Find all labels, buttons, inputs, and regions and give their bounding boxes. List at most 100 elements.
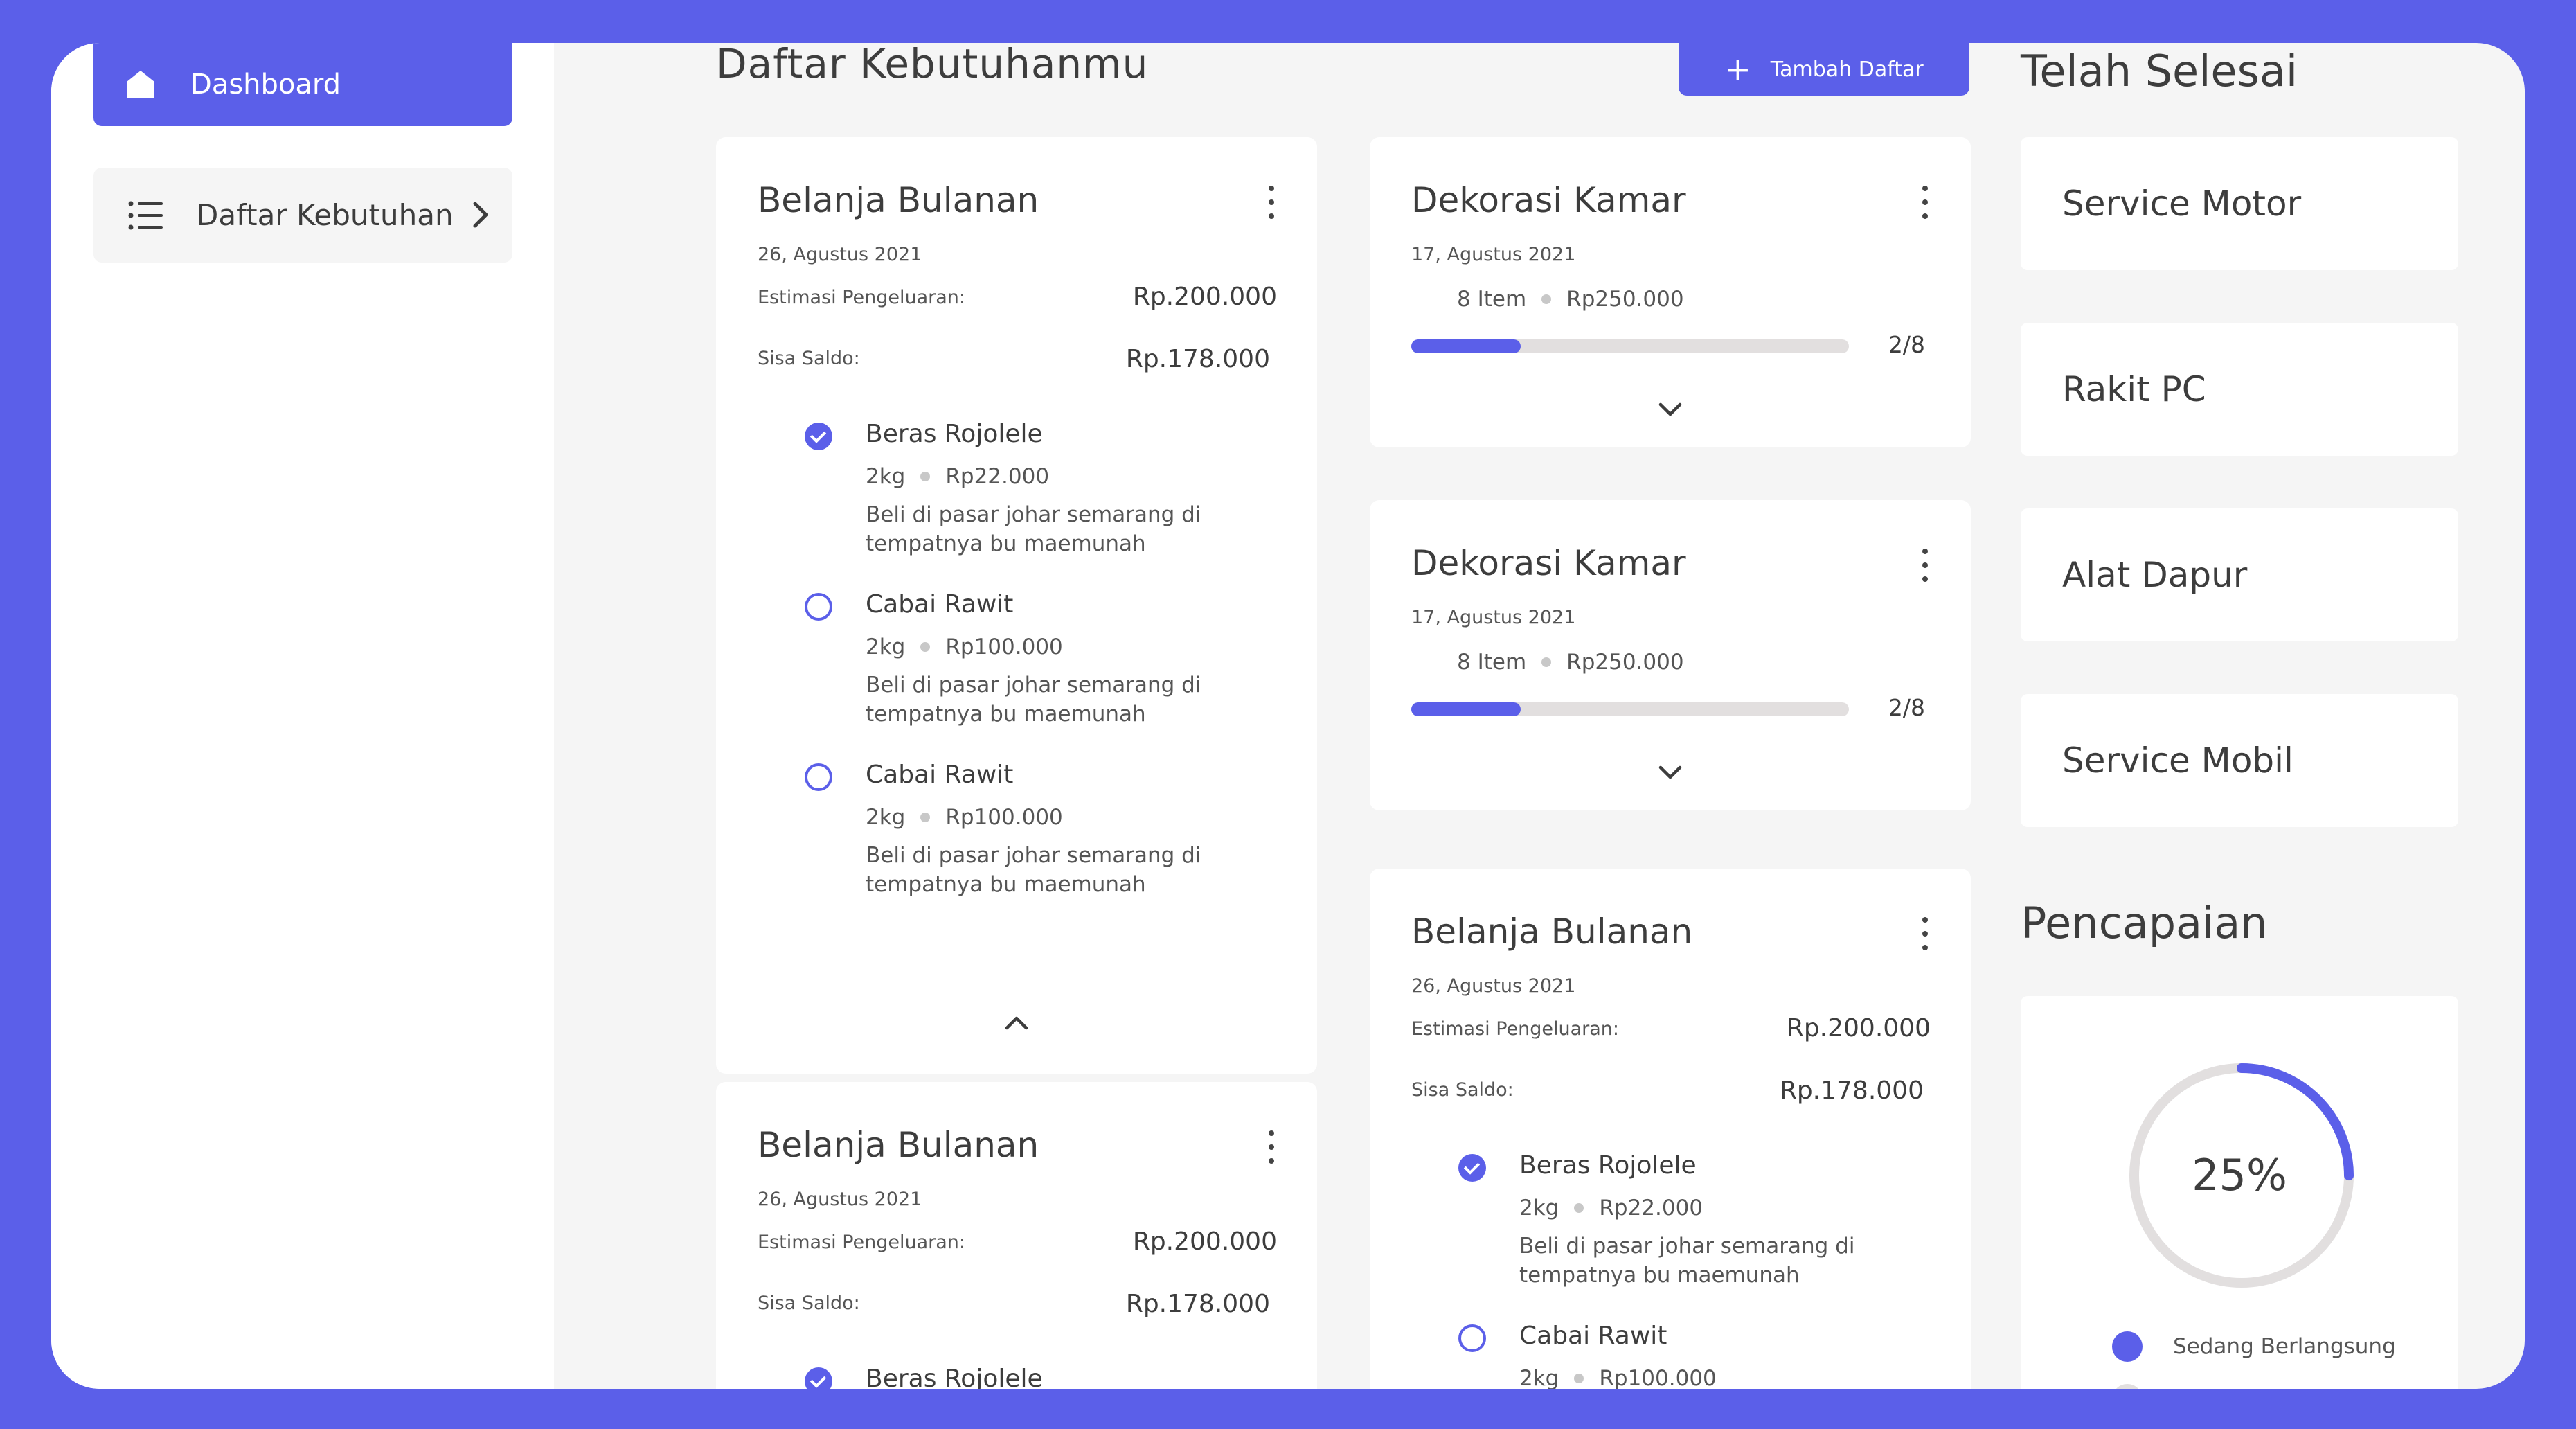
estimasi-value: Rp.200.000 <box>1132 283 1277 311</box>
sidebar-item-label: Dashboard <box>190 69 341 100</box>
sidebar-item-daftar-kebutuhan[interactable]: Daftar Kebutuhan <box>93 168 512 263</box>
card-date: 26, Agustus 2021 <box>758 244 922 265</box>
item-price: Rp100.000 <box>1599 1366 1717 1389</box>
more-options-icon[interactable] <box>1269 1130 1276 1169</box>
checked-circle-icon[interactable] <box>1458 1154 1486 1182</box>
progress-percent: 25% <box>2192 1150 2287 1200</box>
item-price: Rp22.000 <box>945 464 1050 489</box>
list-card-dekorasi-kamar[interactable]: Dekorasi Kamar 17, Agustus 2021 8 Item Rp… <box>1370 137 1971 447</box>
item-name: Cabai Rawit <box>1519 1322 1667 1350</box>
progress-bar <box>1411 702 1849 716</box>
item-qty: 2kg <box>866 634 906 659</box>
item-meta: 2kg Rp22.000 <box>1519 1196 1703 1221</box>
legend-item: Sedang Berlangsung <box>2112 1331 2396 1362</box>
item-note: Beli di pasar johar semarang di tempatny… <box>866 843 1201 897</box>
card-date: 17, Agustus 2021 <box>1411 244 1576 265</box>
card-date: 26, Agustus 2021 <box>1411 975 1576 997</box>
estimasi-value: Rp.200.000 <box>1786 1014 1931 1042</box>
page-title: Daftar Kebutuhanmu <box>716 43 1149 87</box>
app-window: Dashboard Daftar Kebutuhan Daftar Kebutu… <box>51 43 2525 1389</box>
item-meta: 2kg Rp100.000 <box>1519 1366 1717 1389</box>
more-options-icon[interactable] <box>1922 549 1929 587</box>
item-qty: 2kg <box>1519 1196 1559 1221</box>
sidebar-item-dashboard[interactable]: Dashboard <box>93 43 512 126</box>
card-price: Rp250.000 <box>1566 287 1684 312</box>
progress-count: 2/8 <box>1888 331 1925 358</box>
sisa-saldo-label: Sisa Saldo: <box>1411 1079 1514 1101</box>
item-qty: 2kg <box>866 805 906 830</box>
unchecked-circle-icon[interactable] <box>1458 1324 1486 1352</box>
list-card-belanja-bulanan[interactable]: Belanja Bulanan 26, Agustus 2021 Estimas… <box>716 1082 1317 1389</box>
more-options-icon[interactable] <box>1922 917 1929 956</box>
chevron-down-icon[interactable] <box>1656 763 1684 781</box>
card-date: 26, Agustus 2021 <box>758 1189 922 1210</box>
estimasi-value: Rp.200.000 <box>1132 1227 1277 1256</box>
card-title: Dekorasi Kamar <box>1411 543 1686 583</box>
completed-item[interactable]: Rakit PC <box>2021 323 2458 456</box>
more-options-icon[interactable] <box>1922 186 1929 224</box>
item-meta: 2kg Rp100.000 <box>866 805 1063 830</box>
unchecked-circle-icon[interactable] <box>805 763 832 791</box>
legend-item <box>2112 1384 2173 1389</box>
checked-circle-icon[interactable] <box>805 423 832 450</box>
list-card-dekorasi-kamar[interactable]: Dekorasi Kamar 17, Agustus 2021 8 Item Rp… <box>1370 500 1971 810</box>
completed-item-label: Alat Dapur <box>2062 555 2248 595</box>
add-list-label: Tambah Daftar <box>1770 57 1924 82</box>
add-list-button[interactable]: + Tambah Daftar <box>1679 43 1969 96</box>
unchecked-circle-icon[interactable] <box>805 593 832 621</box>
chevron-right-icon <box>473 202 488 228</box>
item-name: Beras Rojolele <box>866 1365 1043 1389</box>
achievement-card: 25% Sedang Berlangsung <box>2021 996 2458 1389</box>
sisa-saldo-value: Rp.178.000 <box>1779 1076 1924 1105</box>
legend-dot <box>2112 1384 2143 1389</box>
item-meta: 2kg Rp100.000 <box>866 634 1063 659</box>
sisa-saldo-label: Sisa Saldo: <box>758 348 860 369</box>
card-title: Belanja Bulanan <box>758 180 1039 220</box>
item-count: 8 Item <box>1457 650 1527 675</box>
chevron-down-icon[interactable] <box>1656 400 1684 418</box>
sidebar-item-label: Daftar Kebutuhan <box>196 198 454 232</box>
completed-item-label: Service Motor <box>2062 184 2302 224</box>
list-icon <box>128 201 163 229</box>
achievement-section-title: Pencapaian <box>2021 898 2268 948</box>
completed-item[interactable]: Service Mobil <box>2021 694 2458 827</box>
completed-section-title: Telah Selesai <box>2021 46 2298 96</box>
completed-item-label: Rakit PC <box>2062 369 2206 409</box>
card-date: 17, Agustus 2021 <box>1411 607 1576 628</box>
card-title: Belanja Bulanan <box>1411 912 1693 952</box>
item-price: Rp100.000 <box>945 805 1063 830</box>
progress-count: 2/8 <box>1888 694 1925 721</box>
checked-circle-icon[interactable] <box>805 1367 832 1389</box>
sisa-saldo-value: Rp.178.000 <box>1125 1290 1270 1318</box>
more-options-icon[interactable] <box>1269 186 1276 224</box>
card-title: Belanja Bulanan <box>758 1125 1039 1165</box>
item-note: Beli di pasar johar semarang di tempatny… <box>866 673 1201 727</box>
progress-fill <box>1411 339 1521 353</box>
list-card-belanja-bulanan[interactable]: Belanja Bulanan 26, Agustus 2021 Estimas… <box>1370 869 1971 1389</box>
item-note: Beli di pasar johar semarang di tempatny… <box>866 502 1201 556</box>
completed-item[interactable]: Alat Dapur <box>2021 508 2458 641</box>
estimasi-label: Estimasi Pengeluaran: <box>1411 1018 1620 1040</box>
item-price: Rp22.000 <box>1599 1196 1703 1221</box>
sisa-saldo-value: Rp.178.000 <box>1125 345 1270 373</box>
chevron-up-icon[interactable] <box>1003 1013 1030 1031</box>
completed-item[interactable]: Service Motor <box>2021 137 2458 270</box>
item-note: Beli di pasar johar semarang di tempatny… <box>1519 1234 1855 1288</box>
plus-icon: + <box>1724 51 1751 88</box>
item-name: Cabai Rawit <box>866 590 1014 619</box>
item-name: Beras Rojolele <box>1519 1151 1697 1180</box>
item-name: Beras Rojolele <box>866 420 1043 448</box>
completed-item-label: Service Mobil <box>2062 740 2293 781</box>
item-meta: 2kg Rp22.000 <box>866 464 1049 489</box>
sidebar: Dashboard Daftar Kebutuhan <box>51 43 554 1389</box>
sisa-saldo-label: Sisa Saldo: <box>758 1293 860 1314</box>
card-meta: 8 Item Rp250.000 <box>1457 287 1684 312</box>
legend-label: Sedang Berlangsung <box>2173 1334 2396 1359</box>
legend-dot <box>2112 1331 2143 1362</box>
home-icon <box>127 71 154 98</box>
progress-bar <box>1411 339 1849 353</box>
list-card-belanja-bulanan[interactable]: Belanja Bulanan 26, Agustus 2021 Estimas… <box>716 137 1317 1074</box>
item-qty: 2kg <box>1519 1366 1559 1389</box>
item-price: Rp100.000 <box>945 634 1063 659</box>
estimasi-label: Estimasi Pengeluaran: <box>758 287 966 308</box>
